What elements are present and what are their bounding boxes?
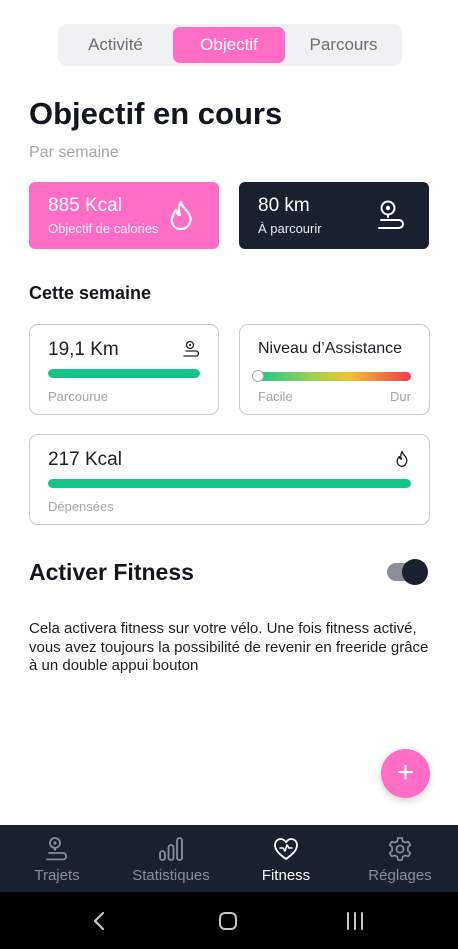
nav-item-statistiques[interactable]: Statistiques (114, 825, 228, 892)
back-icon (93, 911, 105, 930)
assistance-level-title: Niveau d’Assistance (258, 340, 403, 357)
bar-chart-icon (159, 837, 183, 861)
gear-icon (388, 837, 412, 861)
top-tab-bar: Activité Objectif Parcours (58, 24, 402, 66)
week-distance-progress-fill (48, 369, 200, 378)
route-pin-icon (46, 837, 68, 861)
route-pin-icon (183, 340, 200, 357)
week-calories-value: 217 Kcal (48, 449, 122, 470)
fitness-toggle-thumb (402, 559, 428, 585)
assistance-min-label: Facile (258, 389, 293, 404)
page-subtitle: Par semaine (29, 144, 119, 161)
heart-pulse-icon (274, 838, 298, 860)
fitness-description: Cela activera fitness sur votre vélo. Un… (29, 620, 429, 674)
tab-parcours[interactable]: Parcours (285, 27, 402, 63)
system-recents-button[interactable] (320, 892, 390, 949)
week-calories-label: Dépensées (48, 499, 114, 514)
nav-label-trajets: Trajets (34, 867, 80, 884)
week-calories-card[interactable]: 217 Kcal Dépensées (29, 434, 430, 525)
assistance-level-slider[interactable] (258, 372, 411, 381)
home-icon (219, 911, 237, 930)
add-button[interactable]: + (381, 749, 430, 798)
system-back-button[interactable] (64, 892, 134, 949)
tab-objectif[interactable]: Objectif (173, 27, 285, 63)
nav-label-statistiques: Statistiques (132, 867, 210, 884)
assistance-max-label: Dur (390, 389, 411, 404)
assistance-level-knob[interactable] (252, 370, 264, 382)
nav-label-reglages: Réglages (368, 867, 432, 884)
week-distance-value: 19,1 Km (48, 339, 119, 360)
week-distance-label: Parcourue (48, 389, 108, 404)
page-title: Objectif en cours (29, 96, 283, 131)
week-calories-progress (48, 479, 411, 488)
system-home-button[interactable] (193, 892, 263, 949)
recents-icon (347, 911, 363, 930)
tab-activite[interactable]: Activité (58, 27, 173, 63)
nav-item-fitness[interactable]: Fitness (229, 825, 343, 892)
week-distance-card[interactable]: 19,1 Km Parcourue (29, 324, 219, 415)
distance-goal-card[interactable]: 80 km À parcourir (239, 182, 429, 249)
nav-item-trajets[interactable]: Trajets (0, 825, 114, 892)
fitness-toggle[interactable] (387, 559, 428, 585)
system-navigation-bar (0, 892, 458, 949)
calorie-goal-card[interactable]: 885 Kcal Objectif de calories (29, 182, 219, 249)
week-section-title: Cette semaine (29, 283, 152, 303)
week-calories-progress-fill (48, 479, 411, 488)
nav-item-reglages[interactable]: Réglages (343, 825, 457, 892)
flame-icon (170, 200, 192, 231)
fitness-title: Activer Fitness (29, 559, 194, 585)
bottom-navigation: Trajets Statistiques Fitness Réglages (0, 825, 458, 892)
route-pin-icon (378, 200, 404, 229)
flame-icon (396, 450, 408, 467)
nav-label-fitness: Fitness (261, 867, 311, 884)
week-distance-progress (48, 369, 200, 378)
assistance-level-card[interactable]: Niveau d’Assistance Facile Dur (239, 324, 430, 415)
